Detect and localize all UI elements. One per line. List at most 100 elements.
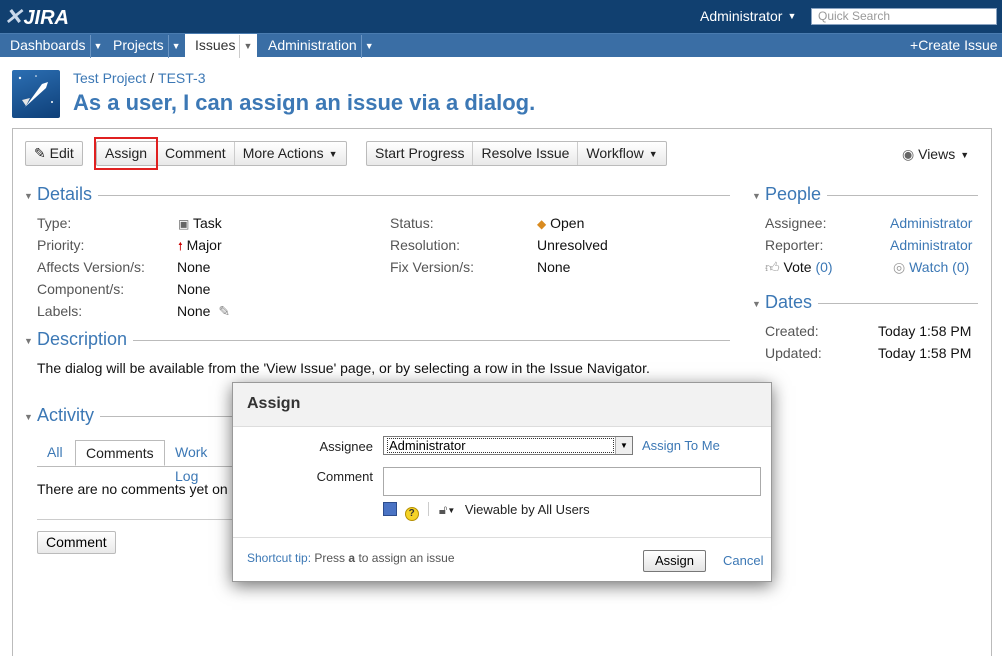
chevron-down-icon: ▼	[960, 150, 970, 160]
watch-control[interactable]: ◎ Watch (0)	[893, 259, 969, 276]
assignee-label: Assignee:	[765, 215, 827, 231]
assign-dialog: Assign Assignee Administrator ▼ Assign T…	[232, 382, 772, 582]
labels-value: None ✎	[177, 303, 231, 319]
rocket-icon	[18, 75, 53, 108]
chevron-down-icon[interactable]: ▼	[360, 35, 377, 58]
views-menu[interactable]: ◉ Views ▼	[902, 146, 969, 163]
wiki-preview-icon[interactable]	[383, 502, 397, 516]
main-nav: Dashboards ▼ Projects ▼ Issues ▼ Administra…	[0, 33, 1002, 58]
chevron-down-icon: ▼	[328, 149, 338, 159]
created-value: Today 1:58 PM	[878, 323, 972, 339]
start-progress-button[interactable]: Start Progress	[367, 142, 474, 165]
issue-title: As a user, I can assign an issue via a d…	[73, 90, 536, 115]
collapse-icon: ▼	[752, 299, 761, 309]
watch-eye-icon: ◎	[893, 259, 906, 275]
created-label: Created:	[765, 323, 819, 339]
chevron-down-icon: ▼	[648, 149, 658, 159]
dialog-title: Assign	[247, 395, 301, 412]
status-value: ◆ Open	[537, 215, 585, 231]
thumbs-up-icon: 👍︎	[765, 259, 780, 275]
visibility-label: Viewable by All Users	[464, 502, 590, 517]
top-bar: ✕JIRA Administrator ▼ Quick Search	[0, 0, 1002, 33]
chevron-down-icon[interactable]: ▼	[447, 506, 455, 515]
assignee-link[interactable]: Administrator	[890, 215, 972, 231]
fix-version-label: Fix Version/s:	[390, 259, 475, 275]
help-icon[interactable]: ?	[404, 507, 419, 521]
affects-version-value: None	[177, 259, 211, 275]
fix-version-value: None	[537, 259, 571, 275]
breadcrumb-issue-key[interactable]: TEST-3	[158, 70, 205, 86]
nav-projects[interactable]: Projects ▼	[103, 34, 184, 58]
tab-all[interactable]: All	[37, 440, 73, 466]
details-section-header[interactable]: ▼ Details	[24, 184, 730, 206]
collapse-icon: ▼	[24, 412, 33, 422]
chevron-down-icon[interactable]: ▼	[239, 35, 255, 58]
people-section-header[interactable]: ▼ People	[752, 184, 978, 206]
status-label: Status:	[390, 215, 434, 231]
add-comment-button[interactable]: Comment	[37, 531, 116, 554]
create-issue-link[interactable]: +Create Issue	[910, 34, 998, 57]
resolution-value: Unresolved	[537, 237, 608, 253]
workflow-group: Start Progress Resolve Issue Workflow ▼	[366, 141, 667, 166]
assign-to-me-link[interactable]: Assign To Me	[642, 438, 720, 453]
workflow-button[interactable]: Workflow ▼	[578, 142, 665, 165]
labels-label: Labels:	[37, 303, 83, 319]
affects-version-label: Affects Version/s:	[37, 259, 145, 275]
collapse-icon: ▼	[752, 191, 761, 201]
reporter-link[interactable]: Administrator	[890, 237, 972, 253]
project-avatar	[12, 70, 60, 118]
updated-label: Updated:	[765, 345, 822, 361]
priority-label: Priority:	[37, 237, 85, 253]
edit-group: ✎ Edit	[25, 141, 83, 166]
priority-value: 🠕 Major	[178, 237, 222, 253]
chevron-down-icon[interactable]: ▼	[615, 437, 632, 454]
collapse-icon: ▼	[24, 191, 33, 201]
assignee-select[interactable]: Administrator ▼	[383, 436, 633, 455]
collapse-icon: ▼	[24, 336, 33, 346]
dates-section-header[interactable]: ▼ Dates	[752, 292, 978, 314]
description-text: The dialog will be available from the 'V…	[37, 360, 650, 376]
quick-search-input[interactable]: Quick Search	[811, 8, 997, 25]
reporter-label: Reporter:	[765, 237, 824, 253]
nav-issues[interactable]: Issues ▼	[185, 34, 257, 58]
type-label: Type:	[37, 215, 72, 231]
component-label: Component/s:	[37, 281, 125, 297]
description-section-header[interactable]: ▼ Description	[24, 329, 730, 351]
dialog-comment-label: Comment	[316, 469, 373, 484]
breadcrumb: Test Project / TEST-3	[73, 70, 206, 86]
nav-dashboards[interactable]: Dashboards ▼	[0, 34, 106, 58]
user-menu[interactable]: Administrator ▼	[700, 8, 796, 24]
status-open-icon: ◆	[537, 217, 547, 231]
tab-comments[interactable]: Comments	[75, 440, 165, 466]
pencil-icon[interactable]: ✎	[218, 303, 230, 319]
resolution-label: Resolution:	[390, 237, 461, 253]
type-value: ▣ Task	[178, 215, 222, 231]
comment-textarea[interactable]	[383, 467, 761, 496]
vote-control[interactable]: 👍︎ Vote (0)	[765, 259, 833, 276]
dialog-header: Assign	[233, 383, 771, 427]
jira-logo[interactable]: ✕JIRA	[4, 3, 69, 31]
priority-up-arrow-icon: 🠕	[178, 241, 183, 253]
tab-work-log[interactable]: Work Log	[165, 440, 237, 484]
dialog-assign-button[interactable]: Assign	[643, 550, 707, 572]
pencil-icon: ✎	[34, 145, 46, 161]
eye-icon: ◉	[902, 146, 915, 162]
breadcrumb-project[interactable]: Test Project	[73, 70, 146, 86]
task-icon: ▣	[178, 217, 190, 231]
dialog-cancel-link[interactable]: Cancel	[723, 553, 763, 568]
more-actions-button[interactable]: More Actions ▼	[235, 142, 346, 165]
edit-button[interactable]: ✎ Edit	[26, 142, 82, 165]
activity-tabs: All Comments Work Log	[37, 440, 237, 484]
no-comments-text: There are no comments yet on	[37, 481, 228, 497]
comment-tools: ? 🔓︎▼ Viewable by All Users	[383, 502, 590, 521]
plus-icon: +	[910, 37, 919, 53]
comment-button[interactable]: Comment	[157, 142, 235, 165]
component-value: None	[177, 281, 211, 297]
resolve-issue-button[interactable]: Resolve Issue	[473, 142, 579, 165]
nav-administration[interactable]: Administration ▼	[258, 34, 377, 58]
assign-highlight-box	[94, 137, 158, 170]
chevron-down-icon: ▼	[787, 11, 797, 21]
chevron-down-icon[interactable]: ▼	[167, 35, 184, 58]
jira-logo-icon: ✕	[4, 4, 23, 29]
dialog-assignee-label: Assignee	[319, 439, 373, 454]
